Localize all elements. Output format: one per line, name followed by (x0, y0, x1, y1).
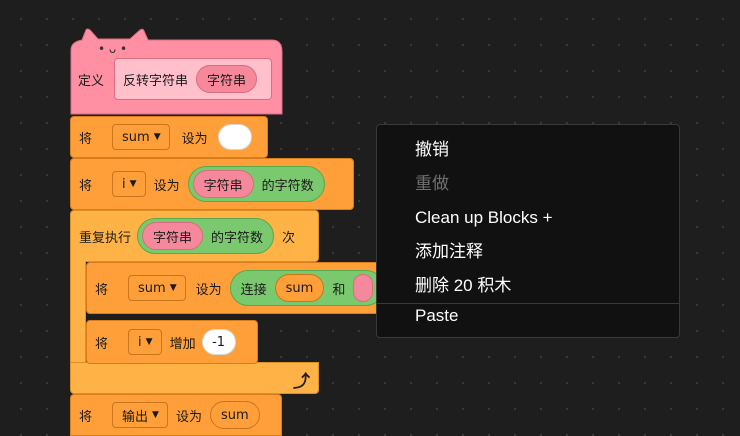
dropdown-arrow-icon: ▼ (169, 283, 177, 293)
define-prototype[interactable]: 反转字符串 字符串 (114, 58, 272, 100)
set-verb: 将 (79, 131, 93, 147)
define-block[interactable]: • ᴗ • 定义 反转字符串 字符串 (70, 28, 284, 116)
variable-dropdown[interactable]: i ▼ (128, 329, 162, 355)
param-reporter[interactable]: 字符串 (196, 65, 258, 93)
variable-name: sum (138, 280, 166, 296)
times-label: 次 (282, 230, 296, 246)
length-reporter[interactable]: 字符串 的字符数 (137, 218, 275, 254)
sum-reporter[interactable]: sum (209, 401, 260, 429)
sum-reporter[interactable]: sum (274, 274, 325, 302)
dropdown-arrow-icon: ▼ (129, 179, 137, 189)
menu-item-clean-up-blocks[interactable]: Clean up Blocks + (377, 201, 679, 235)
variable-name: i (122, 176, 126, 192)
menu-item-add-comment[interactable]: 添加注释 (377, 235, 679, 269)
dropdown-arrow-icon: ▼ (152, 410, 159, 420)
repeat-footer: ⤴ (70, 362, 319, 394)
inner-set-sum-block[interactable]: 将 sum ▼ 设为 连接 sum 和 (86, 262, 386, 314)
context-menu: 撤销 重做 Clean up Blocks + 添加注释 删除 20 积木 Pa… (376, 124, 680, 338)
value-input[interactable] (217, 124, 252, 150)
menu-item-undo[interactable]: 撤销 (377, 133, 679, 167)
variable-dropdown[interactable]: sum ▼ (128, 275, 186, 301)
set-to-label: 设为 (195, 282, 222, 298)
procedure-name: 反转字符串 (123, 73, 189, 89)
set-to-label: 设为 (153, 178, 180, 194)
variable-name: i (138, 334, 142, 350)
variable-dropdown[interactable]: i ▼ (112, 171, 146, 197)
set-verb: 将 (95, 282, 109, 298)
define-label: 定义 (78, 74, 105, 89)
menu-item-redo: 重做 (415, 174, 449, 193)
set-to-label: 设为 (175, 409, 202, 425)
dropdown-arrow-icon: ▼ (153, 132, 161, 142)
set-i-block[interactable]: 将 i ▼ 设为 字符串 的字符数 (70, 158, 354, 210)
set-to-label: 设为 (181, 131, 208, 147)
length-label: 的字符数 (261, 178, 314, 194)
and-label: 和 (332, 282, 346, 298)
set-output-block[interactable]: 将 输出 ▼ 设为 sum (70, 394, 282, 436)
length-reporter[interactable]: 字符串 的字符数 (187, 166, 325, 202)
repeat-header[interactable]: 重复执行 字符串 的字符数 次 (70, 210, 319, 262)
string-reporter[interactable]: 字符串 (142, 222, 204, 250)
join-reporter[interactable]: 连接 sum 和 (229, 270, 385, 306)
length-label: 的字符数 (211, 230, 264, 246)
loop-arrow-icon: ⤴ (293, 372, 310, 392)
value-input[interactable]: -1 (201, 329, 236, 355)
repeat-arm (70, 261, 86, 365)
menu-item-paste[interactable]: Paste (377, 303, 679, 339)
join-label: 连接 (240, 282, 267, 298)
set-verb: 将 (79, 178, 93, 194)
string-reporter[interactable]: 字符串 (192, 170, 254, 198)
dropdown-arrow-icon: ▼ (145, 337, 153, 347)
set-verb: 将 (79, 409, 93, 425)
repeat-label: 重复执行 (79, 230, 132, 246)
variable-name: 输出 (122, 409, 149, 425)
menu-item-delete-blocks[interactable]: 删除 20 积木 (377, 269, 679, 303)
variable-dropdown[interactable]: 输出 ▼ (112, 402, 168, 428)
letter-reporter[interactable] (353, 274, 374, 302)
change-i-block[interactable]: 将 i ▼ 增加 -1 (86, 320, 258, 364)
change-verb: 将 (95, 336, 109, 352)
variable-dropdown[interactable]: sum ▼ (112, 124, 170, 150)
cat-face: • ᴗ • (98, 42, 128, 56)
variable-name: sum (122, 129, 150, 145)
set-sum-block[interactable]: 将 sum ▼ 设为 (70, 116, 268, 158)
change-by-label: 增加 (169, 336, 196, 352)
